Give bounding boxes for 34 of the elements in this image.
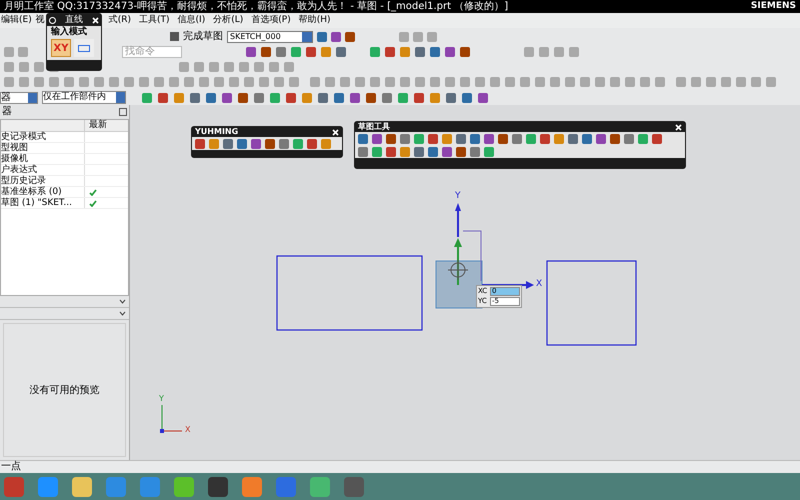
menu-item[interactable]: 分析(L): [213, 16, 244, 25]
axis-label: X: [536, 280, 542, 289]
axis-label: Y: [159, 395, 164, 403]
menu-item[interactable]: 编辑(E): [1, 16, 32, 25]
menu-item[interactable]: 首选项(P): [251, 16, 291, 25]
tree-item[interactable]: 草图 (1) "SKET...: [1, 198, 85, 208]
status-text: 一点: [1, 462, 21, 472]
toolbar-title: YUHMING: [195, 128, 238, 136]
window-title: 月明工作室 QQ:317332473-呷得苦，耐得烦，不怕死，霸得蛮，敢为人先！ - 草图 - [_model1.prt （修改的）]: [4, 2, 508, 12]
menu-item[interactable]: 信息(I): [178, 16, 206, 25]
dialog-title: 直线: [65, 16, 83, 24]
preview-message: 没有可用的预览: [30, 384, 100, 398]
panel-title: 器: [2, 107, 12, 117]
scope-dropdown[interactable]: 仅在工作部件内: [42, 91, 126, 104]
brand-logo: SIEMENS: [750, 2, 796, 11]
axis-label: Y: [455, 192, 460, 201]
search-field[interactable]: 找命令: [123, 44, 181, 60]
tree-item[interactable]: 摄像机: [1, 154, 85, 164]
toolbar-title: 草图工具: [358, 123, 390, 131]
menu-item[interactable]: 工具(T): [139, 16, 170, 25]
axis-label: X: [185, 426, 190, 434]
tree-item[interactable]: 基准坐标系 (0): [1, 187, 85, 197]
menu-item[interactable]: 帮助(H): [298, 16, 331, 25]
menu-item[interactable]: 视: [36, 16, 45, 25]
column-header: 最新: [88, 120, 107, 131]
filter-dropdown[interactable]: 器: [0, 92, 38, 104]
finish-sketch-button[interactable]: 完成草图: [183, 32, 223, 42]
sketch-name-dropdown[interactable]: SKETCH_000: [227, 30, 313, 43]
tree-item[interactable]: 型历史记录: [1, 176, 85, 186]
section-label: 输入模式: [50, 26, 88, 37]
tree-item[interactable]: 型视图: [1, 143, 85, 153]
tree-item[interactable]: 史记录模式: [1, 132, 85, 142]
menu-item[interactable]: 式(R): [108, 16, 131, 25]
tree-item[interactable]: 户表达式: [1, 165, 85, 175]
